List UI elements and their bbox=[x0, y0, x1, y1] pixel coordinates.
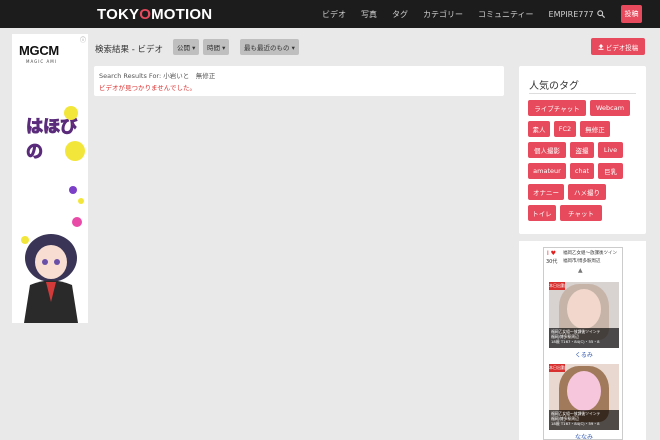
no-results-message: ビデオが見つかりませんでした。 bbox=[99, 84, 196, 92]
tag-item[interactable]: 巨乳 bbox=[598, 163, 623, 179]
results-for-label: Search Results For: bbox=[99, 72, 162, 80]
ad-logo-sub: MAGIC AMI bbox=[26, 59, 57, 64]
card-badge: 本日出勤 bbox=[549, 282, 565, 290]
ad-decor-dot bbox=[69, 186, 77, 194]
upload-label: ビデオ投稿 bbox=[605, 43, 639, 52]
tag-item[interactable]: オナニー bbox=[528, 184, 564, 200]
ad-card-photo[interactable]: 本日出勤 福岡乙女組～放課後ツインテ 福岡/博多駅周辺 18歳 T167・84(… bbox=[549, 364, 619, 430]
nav-item-tag[interactable]: タグ bbox=[392, 9, 408, 20]
card-caption: 福岡乙女組～放課後ツインテ 福岡/博多駅周辺 18歳 T167・84(C)・59… bbox=[549, 410, 619, 430]
scroll-up-arrow-icon[interactable]: ▲ bbox=[578, 267, 583, 274]
results-for-line: Search Results For: 小岩いと 無修正 bbox=[99, 70, 215, 80]
tag-item[interactable]: FC2 bbox=[554, 121, 576, 137]
tag-item[interactable]: amateur bbox=[528, 163, 566, 179]
nav-item-photo[interactable]: 写真 bbox=[361, 9, 377, 20]
tag-item[interactable]: ライブチャット bbox=[528, 100, 586, 116]
nav-menu: ビデオ 写真 タグ カテゴリー コミュニティー EMPIRE777 bbox=[322, 0, 609, 28]
photo-face bbox=[567, 289, 601, 329]
filter-public-dropdown[interactable]: 公開 ▾ bbox=[173, 39, 200, 55]
caption-line: 18歳 T167・84(C)・55・8 bbox=[551, 339, 600, 344]
caption-line: 18歳 T167・84(C)・59・8 bbox=[551, 421, 600, 426]
ad-decor-dot bbox=[65, 141, 85, 161]
tag-item[interactable]: Live bbox=[598, 142, 623, 158]
popular-tags-panel: 人気のタグ ライブチャット Webcam 素人 FC2 無修正 個人撮影 盗撮 … bbox=[519, 66, 646, 234]
popular-tags-title: 人気のタグ bbox=[529, 81, 579, 92]
ad-card-photo[interactable]: 本日出勤 福岡乙女組～放課後ツインテ 福岡/博多駅周辺 18歳 T167・84(… bbox=[549, 282, 619, 348]
tag-item[interactable]: 素人 bbox=[528, 121, 550, 137]
card-name[interactable]: ななみ bbox=[544, 432, 622, 439]
tag-item[interactable]: 盗撮 bbox=[570, 142, 594, 158]
ad-decor-dot bbox=[64, 106, 78, 120]
search-results-box: Search Results For: 小岩いと 無修正 ビデオが見つかりません… bbox=[94, 66, 504, 96]
ad-subline: 福岡市/博多駅周辺 bbox=[563, 259, 601, 264]
ad-decor-dot bbox=[72, 217, 82, 227]
logo-text-right: MOTION bbox=[151, 6, 213, 23]
site-logo[interactable]: TOKYOMOTION bbox=[97, 6, 212, 23]
tag-item[interactable]: 無修正 bbox=[580, 121, 610, 137]
ad-info-icon[interactable]: ⓘ bbox=[80, 35, 86, 44]
nav-item-category[interactable]: カテゴリー bbox=[423, 9, 463, 20]
card-name[interactable]: くるみ bbox=[544, 350, 622, 359]
photo-face bbox=[567, 371, 601, 411]
search-query: 小岩いと 無修正 bbox=[163, 72, 216, 80]
upload-icon bbox=[598, 43, 604, 50]
logo-text-o: O bbox=[139, 6, 152, 23]
tag-item[interactable]: ハメ撮り bbox=[568, 184, 606, 200]
upload-video-button[interactable]: ビデオ投稿 bbox=[591, 38, 645, 55]
top-navbar: TOKYOMOTION ビデオ 写真 タグ カテゴリー コミュニティー EMPI… bbox=[0, 0, 660, 28]
divider bbox=[529, 93, 636, 94]
ad-headline: 福岡乙女組～放課後ツイン bbox=[563, 251, 617, 256]
login-button[interactable]: 投稿 bbox=[621, 5, 642, 23]
nav-item-empire[interactable]: EMPIRE777 bbox=[549, 10, 594, 19]
filter-sort-dropdown[interactable]: 最も最近のもの ▾ bbox=[240, 39, 299, 55]
ad-age-label: 30代 bbox=[546, 259, 558, 265]
left-ad-banner[interactable]: ⓘ MGCM MAGIC AMI はほびの bbox=[12, 34, 88, 323]
page-title: 検索結果 - ビデオ bbox=[95, 45, 163, 55]
ad-character-illustration bbox=[21, 234, 78, 323]
tag-item[interactable]: Webcam bbox=[590, 100, 630, 116]
right-ad-banner[interactable]: I ♥ 30代 福岡乙女組～放課後ツイン 福岡市/博多駅周辺 ▲ 本日出勤 福岡… bbox=[543, 247, 623, 440]
nav-item-community[interactable]: コミュニティー bbox=[478, 9, 534, 20]
logo-text-left: TOKY bbox=[97, 6, 140, 23]
tag-item[interactable]: 個人撮影 bbox=[528, 142, 566, 158]
heart-icon: I ♥ bbox=[547, 250, 557, 257]
tag-item[interactable]: トイレ bbox=[528, 205, 556, 221]
filter-time-dropdown[interactable]: 時間 ▾ bbox=[203, 39, 230, 55]
nav-item-video[interactable]: ビデオ bbox=[322, 9, 346, 20]
ad-decor-dot bbox=[78, 198, 84, 204]
card-badge: 本日出勤 bbox=[549, 364, 565, 372]
card-caption: 福岡乙女組～放課後ツインテ 福岡/博多駅周辺 18歳 T167・84(C)・55… bbox=[549, 328, 619, 348]
tag-item[interactable]: チャット bbox=[560, 205, 602, 221]
ad-logo-text: MGCM bbox=[19, 43, 59, 58]
right-ad-panel: I ♥ 30代 福岡乙女組～放課後ツイン 福岡市/博多駅周辺 ▲ 本日出勤 福岡… bbox=[519, 241, 646, 440]
tag-item[interactable]: chat bbox=[570, 163, 594, 179]
search-icon[interactable] bbox=[597, 10, 605, 18]
